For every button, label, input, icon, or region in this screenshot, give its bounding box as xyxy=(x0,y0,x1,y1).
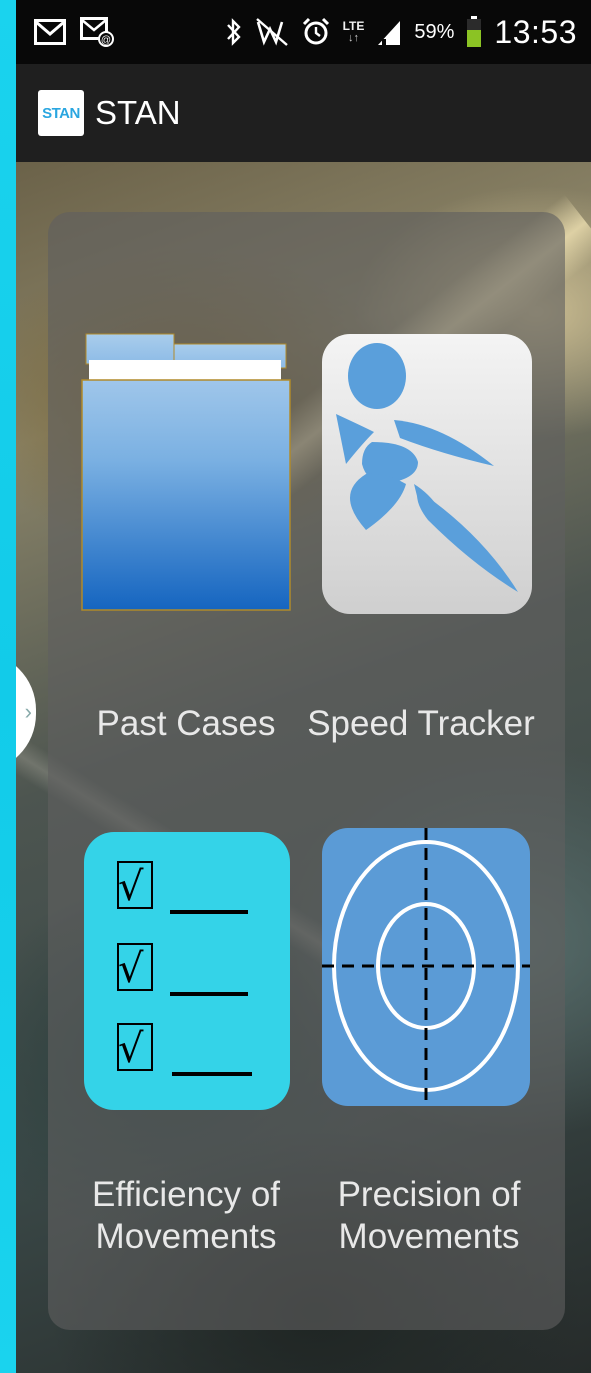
status-bar: @ LTE ↓↑ 59% 13:53 xyxy=(16,0,591,64)
app-title: STAN xyxy=(95,94,181,131)
lte-icon: LTE ↓↑ xyxy=(342,19,365,44)
chevron-right-icon: › xyxy=(24,699,32,724)
phone-screen: @ LTE ↓↑ 59% 13:53 STAN STAN › Past Case… xyxy=(16,0,591,1373)
svg-text:√: √ xyxy=(118,1026,144,1072)
folder-icon[interactable] xyxy=(81,332,291,612)
clock: 13:53 xyxy=(494,13,577,50)
main-content: › Past Cases Speed Tracker √ √ √ Efficie… xyxy=(16,162,591,1373)
action-bar: STAN STAN xyxy=(16,64,591,162)
runner-icon[interactable] xyxy=(322,334,532,614)
lte-label: LTE xyxy=(342,19,365,33)
signal-icon xyxy=(378,21,401,45)
mute-icon xyxy=(255,18,288,46)
tile-label-efficiency-of-movements: Efficiency of Movements xyxy=(91,1175,281,1256)
sms-icon: @ xyxy=(80,17,114,47)
svg-text:√: √ xyxy=(118,864,144,910)
alarm-icon xyxy=(302,17,329,45)
svg-text:@: @ xyxy=(101,35,111,46)
app-logo-text: STAN xyxy=(42,104,80,122)
app-logo[interactable]: STAN xyxy=(38,90,84,136)
bluetooth-icon xyxy=(226,18,241,46)
battery-percent: 59% xyxy=(414,20,455,43)
checklist-icon[interactable]: √ √ √ xyxy=(84,832,290,1110)
svg-text:√: √ xyxy=(118,946,144,992)
target-icon[interactable] xyxy=(322,828,530,1106)
tile-label-past-cases: Past Cases xyxy=(96,704,276,743)
gmail-icon xyxy=(34,19,66,45)
tile-label-precision-of-movements: Precision of Movements xyxy=(337,1175,521,1256)
tile-label-speed-tracker: Speed Tracker xyxy=(307,704,535,743)
menu-panel: Past Cases Speed Tracker √ √ √ Efficienc… xyxy=(48,212,565,1330)
battery-icon xyxy=(467,16,482,47)
